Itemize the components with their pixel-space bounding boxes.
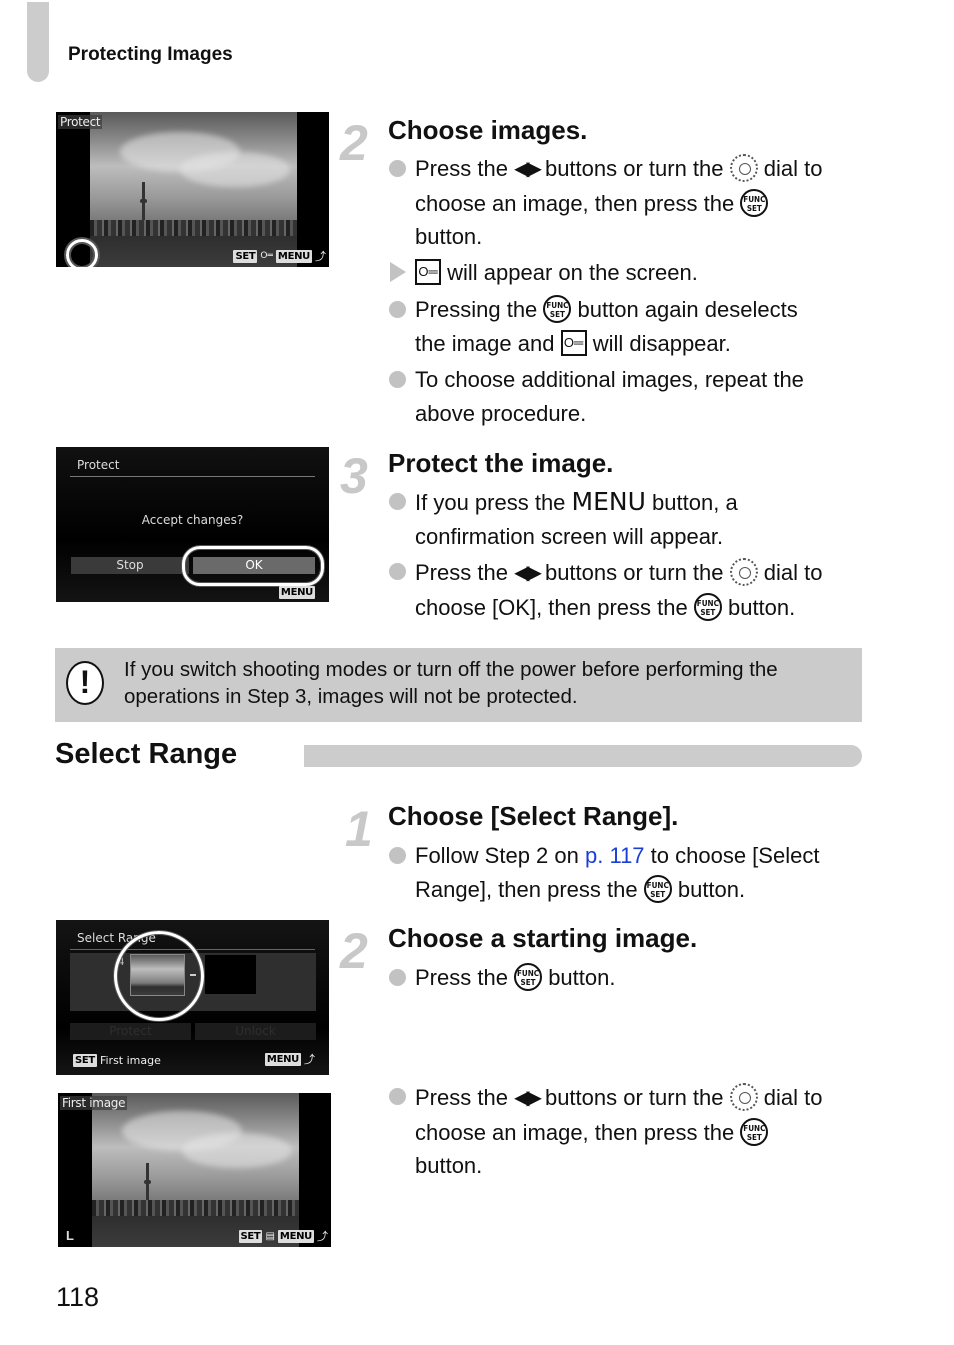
menu-button-label: MENU bbox=[571, 487, 646, 516]
instruction: If you press the MENU button, a confirma… bbox=[415, 487, 738, 549]
skyline-photo bbox=[90, 112, 297, 267]
thumbnail-highlight bbox=[114, 931, 204, 1021]
key-icon: O═ bbox=[260, 251, 273, 261]
page-link[interactable]: p. 117 bbox=[585, 843, 645, 868]
dialog-question: Accept changes? bbox=[141, 513, 244, 527]
caution-text: If you switch shooting modes or turn off… bbox=[124, 658, 778, 708]
osd-bar: SET ▤ MENU ⤴ bbox=[238, 1228, 328, 1244]
dialog-title: Protect bbox=[77, 458, 120, 472]
menu-badge: MENU bbox=[264, 1052, 301, 1066]
screen-label: First image bbox=[60, 1096, 128, 1110]
section-rule bbox=[304, 745, 862, 767]
screen-choose-images: Protect SET O═ MENU ⤴ bbox=[56, 112, 329, 267]
osd-hint: SET First image bbox=[73, 1054, 161, 1067]
protect-icon-highlight bbox=[66, 239, 98, 267]
divider bbox=[70, 476, 315, 477]
bullet bbox=[389, 563, 406, 580]
back-icon: ⤴ bbox=[315, 250, 326, 263]
func-set-button-icon: FUNC SET bbox=[643, 874, 672, 903]
screen-protect-confirm: Protect Accept changes? Stop OK MENU bbox=[56, 447, 329, 602]
caution-icon: ! bbox=[66, 661, 104, 705]
screen-select-range: Select Range 4 Protect Unlock SET First … bbox=[56, 920, 329, 1075]
osd-bar: SET O═ MENU ⤴ bbox=[233, 248, 326, 264]
instruction-result: O═ will appear on the screen. bbox=[415, 256, 865, 290]
caution-box: ! If you switch shooting modes or turn o… bbox=[55, 648, 862, 722]
ok-highlight bbox=[182, 546, 324, 586]
image-size-indicator: L bbox=[66, 1228, 74, 1243]
func-set-button-icon: FUNC SET bbox=[543, 295, 572, 324]
stop-button[interactable]: Stop bbox=[71, 557, 189, 574]
left-right-buttons-icon: ◀▶ bbox=[514, 1087, 542, 1110]
instruction: Press the ◀▶ buttons or turn the dial to… bbox=[415, 556, 865, 624]
instruction: Press the ◀▶ buttons or turn the dial to… bbox=[415, 1081, 865, 1183]
step-title: Choose images. bbox=[388, 115, 588, 145]
func-set-button-icon: FUNC SET bbox=[514, 963, 543, 992]
back-icon: ⤴ bbox=[304, 1053, 315, 1066]
section-title: Select Range bbox=[55, 738, 238, 770]
left-right-buttons-icon: ◀▶ bbox=[514, 158, 542, 181]
hint-text: First image bbox=[99, 1054, 161, 1067]
step-number: 1 bbox=[345, 801, 373, 857]
set-badge: SET bbox=[238, 1229, 263, 1243]
func-set-button-icon: FUNC SET bbox=[740, 1118, 769, 1147]
step-number: 2 bbox=[340, 115, 368, 171]
screen-label: Protect bbox=[58, 115, 103, 129]
left-right-buttons-icon: ◀▶ bbox=[514, 562, 542, 585]
set-badge: SET bbox=[233, 249, 258, 263]
control-dial-icon bbox=[729, 558, 758, 587]
end-thumbnail bbox=[205, 955, 256, 994]
instruction: Press the FUNC SET button. bbox=[415, 963, 616, 992]
running-head: Protecting Images bbox=[68, 44, 233, 65]
result-arrow-icon bbox=[390, 262, 406, 282]
protect-option[interactable]: Protect bbox=[70, 1023, 191, 1040]
bullet bbox=[389, 301, 406, 318]
step-number: 3 bbox=[340, 448, 368, 504]
protect-key-icon: O═ bbox=[415, 259, 441, 286]
bullet bbox=[389, 969, 406, 986]
bullet bbox=[389, 493, 406, 510]
step-title: Choose [Select Range]. bbox=[388, 801, 679, 831]
control-dial-icon bbox=[729, 1083, 758, 1112]
page-number: 118 bbox=[56, 1282, 100, 1312]
menu-badge: MENU bbox=[278, 586, 315, 599]
protect-key-icon: O═ bbox=[560, 329, 587, 356]
menu-badge: MENU bbox=[277, 1229, 314, 1243]
func-set-button-icon: FUNC SET bbox=[693, 593, 722, 622]
osd-bar: MENU ⤴ bbox=[264, 1051, 315, 1067]
control-dial-icon bbox=[729, 154, 758, 183]
chapter-tab bbox=[27, 2, 49, 82]
bullet bbox=[389, 1088, 406, 1105]
osd-bar: MENU bbox=[278, 586, 315, 599]
instruction: To choose additional images, repeat the … bbox=[415, 367, 804, 426]
bullet bbox=[389, 160, 406, 177]
step-number: 2 bbox=[340, 923, 368, 979]
step-title: Choose a starting image. bbox=[388, 923, 698, 953]
menu-badge: MENU bbox=[275, 249, 312, 263]
skyline-photo bbox=[92, 1093, 299, 1247]
range-icon: ▤ bbox=[265, 1230, 275, 1242]
unlock-option[interactable]: Unlock bbox=[195, 1023, 316, 1040]
set-badge: SET bbox=[73, 1054, 97, 1067]
instruction: Follow Step 2 on p. 117 to choose [Selec… bbox=[415, 843, 820, 903]
bullet bbox=[389, 847, 406, 864]
instruction: Press the ◀▶ buttons or turn the dial to… bbox=[415, 152, 865, 254]
instruction: Pressing the FUNC SET button again desele… bbox=[415, 295, 798, 356]
screen-first-image: First image L SET ▤ MENU ⤴ bbox=[58, 1093, 331, 1247]
back-icon: ⤴ bbox=[317, 1230, 328, 1243]
step-title: Protect the image. bbox=[388, 448, 614, 478]
bullet bbox=[389, 371, 406, 388]
func-set-button-icon: FUNC SET bbox=[740, 189, 769, 218]
